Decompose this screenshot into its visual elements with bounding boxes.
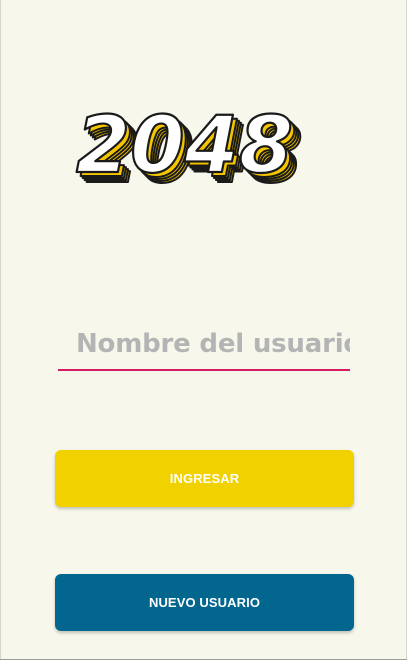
logo-face: 2048 — [76, 101, 293, 191]
username-underline — [58, 369, 350, 371]
username-input[interactable] — [58, 318, 350, 369]
ingresar-button[interactable]: INGRESAR — [55, 450, 354, 507]
2048-logo-icon: 2048 2048 2048 2048 2048 — [70, 92, 340, 192]
frame-left-edge — [0, 0, 1, 660]
username-field — [58, 318, 350, 372]
nuevo-usuario-button[interactable]: NUEVO USUARIO — [55, 574, 354, 631]
